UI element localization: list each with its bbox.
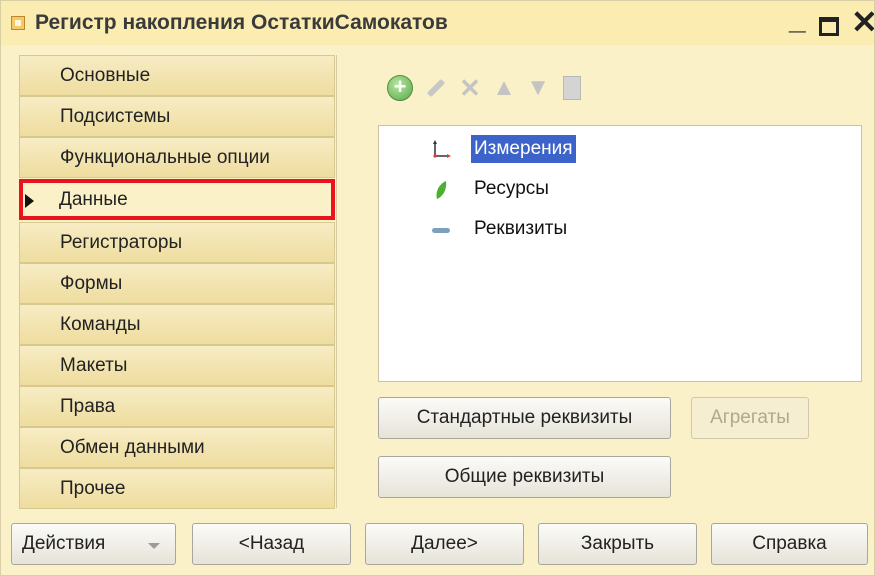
- back-button[interactable]: <Назад: [192, 523, 351, 565]
- actions-label: Действия: [22, 533, 106, 554]
- resources-icon: [436, 181, 447, 199]
- nav-item-forms[interactable]: Формы: [19, 263, 335, 304]
- common-attributes-button[interactable]: Общие реквизиты: [378, 456, 671, 498]
- nav-item-registrators[interactable]: Регистраторы: [19, 222, 335, 263]
- add-icon: +: [387, 75, 413, 101]
- dimensions-icon: [433, 140, 451, 158]
- nav-item-data-exchange[interactable]: Обмен данными: [19, 427, 335, 468]
- register-icon: [11, 16, 25, 30]
- standard-attributes-button[interactable]: Стандартные реквизиты: [378, 397, 671, 439]
- move-down-icon: ▼: [526, 74, 550, 101]
- tree-item-label: Измерения: [471, 135, 576, 163]
- next-button[interactable]: Далее>: [365, 523, 524, 565]
- tree-item-attributes[interactable]: Реквизиты: [379, 212, 861, 246]
- dropdown-arrow-icon: [148, 543, 160, 549]
- attributes-icon: [432, 228, 450, 233]
- expand-arrow-icon: [25, 194, 34, 208]
- move-up-icon: ▲: [492, 74, 516, 101]
- data-tree: Измерения Ресурсы Реквизиты: [378, 125, 862, 382]
- register-window: Регистр накопления ОстаткиСамокатов _ ✕ …: [0, 0, 875, 576]
- tree-item-resources[interactable]: Ресурсы: [379, 172, 861, 206]
- nav-item-subsystems[interactable]: Подсистемы: [19, 96, 335, 137]
- section-nav: Основные Подсистемы Функциональные опции…: [19, 55, 335, 509]
- nav-item-commands[interactable]: Команды: [19, 304, 335, 345]
- data-panel: + ✕ ▲ ▼ Измерения Ресурсы Реквизиты Стан…: [336, 55, 874, 508]
- edit-icon: [426, 78, 446, 98]
- tree-item-dimensions[interactable]: Измерения: [379, 132, 861, 166]
- tree-item-label: Ресурсы: [474, 178, 549, 199]
- document-icon: [563, 76, 581, 100]
- nav-item-data-label: Данные: [59, 189, 128, 210]
- document-button[interactable]: [557, 73, 587, 103]
- minimize-button[interactable]: _: [789, 5, 806, 35]
- close-window-button[interactable]: ✕: [851, 6, 874, 38]
- window-title: Регистр накопления ОстаткиСамокатов: [35, 11, 448, 34]
- nav-item-templates[interactable]: Макеты: [19, 345, 335, 386]
- tree-item-label: Реквизиты: [474, 218, 568, 239]
- nav-item-data[interactable]: Данные: [19, 179, 335, 220]
- nav-item-functional-options[interactable]: Функциональные опции: [19, 137, 335, 178]
- aggregates-button[interactable]: Агрегаты: [691, 397, 809, 439]
- delete-icon: ✕: [459, 73, 481, 103]
- close-button[interactable]: Закрыть: [538, 523, 697, 565]
- actions-menu-button[interactable]: Действия: [11, 523, 176, 565]
- maximize-button[interactable]: [819, 17, 839, 36]
- move-down-button[interactable]: ▼: [523, 73, 553, 103]
- delete-button[interactable]: ✕: [455, 73, 485, 103]
- add-button[interactable]: +: [385, 73, 415, 103]
- move-up-button[interactable]: ▲: [489, 73, 519, 103]
- edit-button[interactable]: [421, 73, 451, 103]
- help-button[interactable]: Справка: [711, 523, 868, 565]
- nav-item-other[interactable]: Прочее: [19, 468, 335, 509]
- title-bar: Регистр накопления ОстаткиСамокатов _ ✕: [1, 1, 874, 45]
- footer-bar: Действия <Назад Далее> Закрыть Справка: [1, 516, 874, 575]
- nav-item-rights[interactable]: Права: [19, 386, 335, 427]
- nav-item-basic[interactable]: Основные: [19, 55, 335, 96]
